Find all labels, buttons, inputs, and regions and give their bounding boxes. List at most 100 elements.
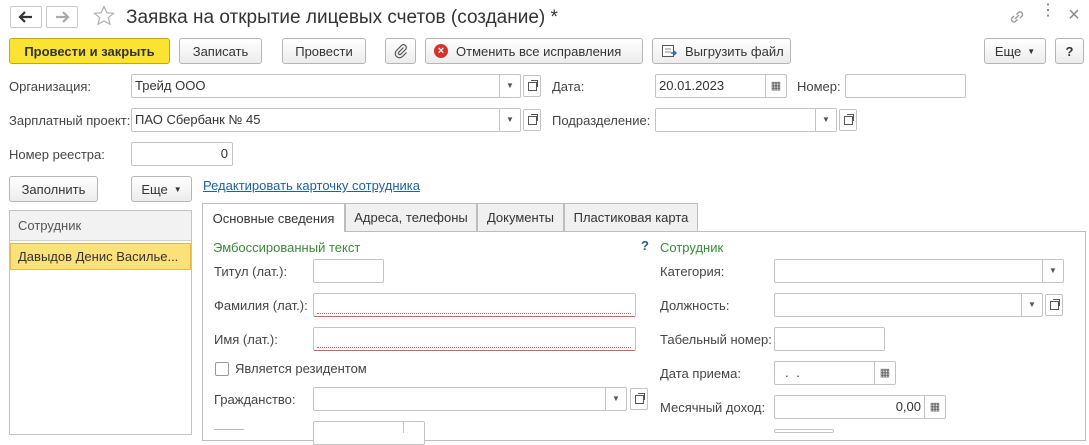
org-value: Трейд ООО — [135, 78, 206, 93]
required-underline — [317, 347, 631, 348]
back-button[interactable] — [10, 6, 42, 28]
registry-number-field[interactable]: 0 — [131, 142, 233, 166]
chevron-down-icon: ▼ — [1027, 46, 1036, 56]
employee-column-header: Сотрудник — [18, 218, 82, 233]
partial-field-divider — [403, 421, 404, 433]
calendar-icon[interactable]: ▦ — [765, 75, 786, 97]
help-button[interactable]: ? — [1055, 38, 1084, 64]
hire-date-value: . . — [785, 365, 802, 380]
employee-table: Сотрудник Давыдов Денис Василье... — [9, 210, 192, 435]
export-icon — [662, 45, 677, 57]
favorite-star-icon[interactable] — [92, 4, 116, 28]
emboss-section-title: Эмбоссированный текст — [213, 240, 361, 255]
arrow-left-icon — [18, 11, 32, 23]
left-more-button[interactable]: Еще ▼ — [131, 176, 192, 202]
date-value: 20.01.2023 — [659, 78, 725, 93]
close-icon[interactable]: × — [1064, 4, 1084, 26]
page-title: Заявка на открытие лицевых счетов (созда… — [126, 7, 558, 28]
org-label: Организация: — [9, 79, 92, 94]
dropdown-icon[interactable]: ▼ — [1042, 260, 1063, 282]
calendar-icon[interactable]: ▦ — [874, 362, 895, 384]
org-field[interactable]: Трейд ООО ▼ — [131, 74, 521, 98]
salary-project-open-button[interactable] — [523, 109, 541, 131]
tab-number-label: Табельный номер: — [660, 332, 772, 347]
open-icon — [634, 392, 645, 404]
category-label: Категория: — [660, 264, 725, 279]
registry-number-value: 0 — [220, 146, 228, 161]
dropdown-icon[interactable]: ▼ — [499, 109, 520, 131]
department-open-button[interactable] — [839, 109, 857, 131]
date-label: Дата: — [552, 79, 585, 94]
table-row[interactable]: Давыдов Денис Василье... — [10, 243, 191, 270]
post-and-close-button[interactable]: Провести и закрыть — [9, 38, 170, 64]
salary-project-field[interactable]: ПАО Сбербанк № 45 ▼ — [131, 108, 521, 132]
export-file-button[interactable]: Выгрузить файл — [652, 38, 791, 64]
citizenship-open-button[interactable] — [630, 388, 648, 410]
registry-number-label: Номер реестра: — [9, 147, 105, 162]
paperclip-icon — [394, 44, 407, 59]
required-underline — [317, 313, 631, 314]
export-file-label: Выгрузить файл — [685, 43, 784, 59]
resident-checkbox[interactable] — [215, 362, 229, 376]
tab-basic-info[interactable]: Основные сведения — [202, 203, 345, 232]
forward-button[interactable] — [46, 6, 78, 28]
write-button[interactable]: Записать — [179, 38, 262, 64]
titul-label: Титул (лат.): — [214, 264, 288, 279]
cancel-all-fixes-label: Отменить все исправления — [456, 43, 622, 59]
tab-addresses[interactable]: Адреса, телефоны — [345, 203, 477, 231]
monthly-income-field[interactable]: 0,00 ▦ — [774, 395, 946, 419]
department-field[interactable]: ▼ — [655, 108, 837, 132]
tab-number-field[interactable] — [774, 327, 885, 351]
monthly-income-value: 0,00 — [895, 399, 921, 414]
dropdown-icon[interactable]: ▼ — [815, 109, 836, 131]
titul-field[interactable] — [313, 259, 384, 283]
chevron-down-icon: ▼ — [173, 184, 182, 194]
open-icon — [527, 113, 538, 125]
more-label: Еще — [994, 43, 1022, 59]
link-icon[interactable] — [1007, 7, 1027, 27]
surname-field[interactable] — [313, 293, 636, 317]
dropdown-icon[interactable]: ▼ — [1021, 294, 1042, 316]
emboss-help-icon[interactable]: ? — [641, 238, 649, 254]
tab-plastic-card[interactable]: Пластиковая карта — [564, 203, 698, 231]
date-field[interactable]: 20.01.2023 ▦ — [655, 74, 787, 98]
department-label: Подразделение: — [552, 113, 651, 128]
category-field[interactable]: ▼ — [774, 259, 1064, 283]
edit-employee-card-link[interactable]: Редактировать карточку сотрудника — [203, 178, 420, 194]
cancel-icon: × — [434, 44, 448, 58]
calculator-icon[interactable]: ▦ — [924, 396, 945, 418]
more-button[interactable]: Еще ▼ — [984, 38, 1046, 64]
post-button[interactable]: Провести — [282, 38, 366, 64]
hire-date-label: Дата приема: — [660, 366, 741, 381]
employee-section-title: Сотрудник — [660, 240, 724, 255]
fill-button[interactable]: Заполнить — [9, 176, 98, 202]
partial-label — [214, 424, 244, 430]
salary-project-label: Зарплатный проект: — [9, 113, 131, 128]
salary-project-value: ПАО Сбербанк № 45 — [135, 112, 261, 127]
employee-name: Давыдов Денис Василье... — [18, 249, 179, 264]
position-open-button[interactable] — [1045, 294, 1063, 316]
monthly-income-label: Месячный доход: — [660, 400, 766, 415]
open-icon — [1049, 298, 1060, 310]
tab-documents[interactable]: Документы — [477, 203, 564, 231]
name-field[interactable] — [313, 327, 636, 351]
surname-label: Фамилия (лат.): — [214, 298, 308, 313]
resident-label: Является резидентом — [235, 361, 367, 376]
partial-field[interactable] — [313, 421, 425, 445]
citizenship-field[interactable]: ▼ — [313, 387, 627, 411]
number-label: Номер: — [797, 79, 841, 94]
menu-dots-icon[interactable]: ⋮ — [1040, 3, 1056, 28]
org-open-button[interactable] — [523, 75, 541, 97]
table-header[interactable]: Сотрудник — [10, 211, 191, 241]
position-field[interactable]: ▼ — [774, 293, 1043, 317]
dropdown-icon[interactable]: ▼ — [499, 75, 520, 97]
number-field[interactable] — [845, 74, 966, 98]
dropdown-icon[interactable]: ▼ — [605, 388, 626, 410]
arrow-right-icon — [56, 11, 70, 23]
hire-date-field[interactable]: . . ▦ — [774, 361, 896, 385]
attach-button[interactable] — [385, 38, 416, 64]
name-label: Имя (лат.): — [214, 332, 278, 347]
open-icon — [527, 79, 538, 91]
position-label: Должность: — [660, 298, 730, 313]
cancel-all-fixes-button[interactable]: × Отменить все исправления — [425, 38, 643, 64]
